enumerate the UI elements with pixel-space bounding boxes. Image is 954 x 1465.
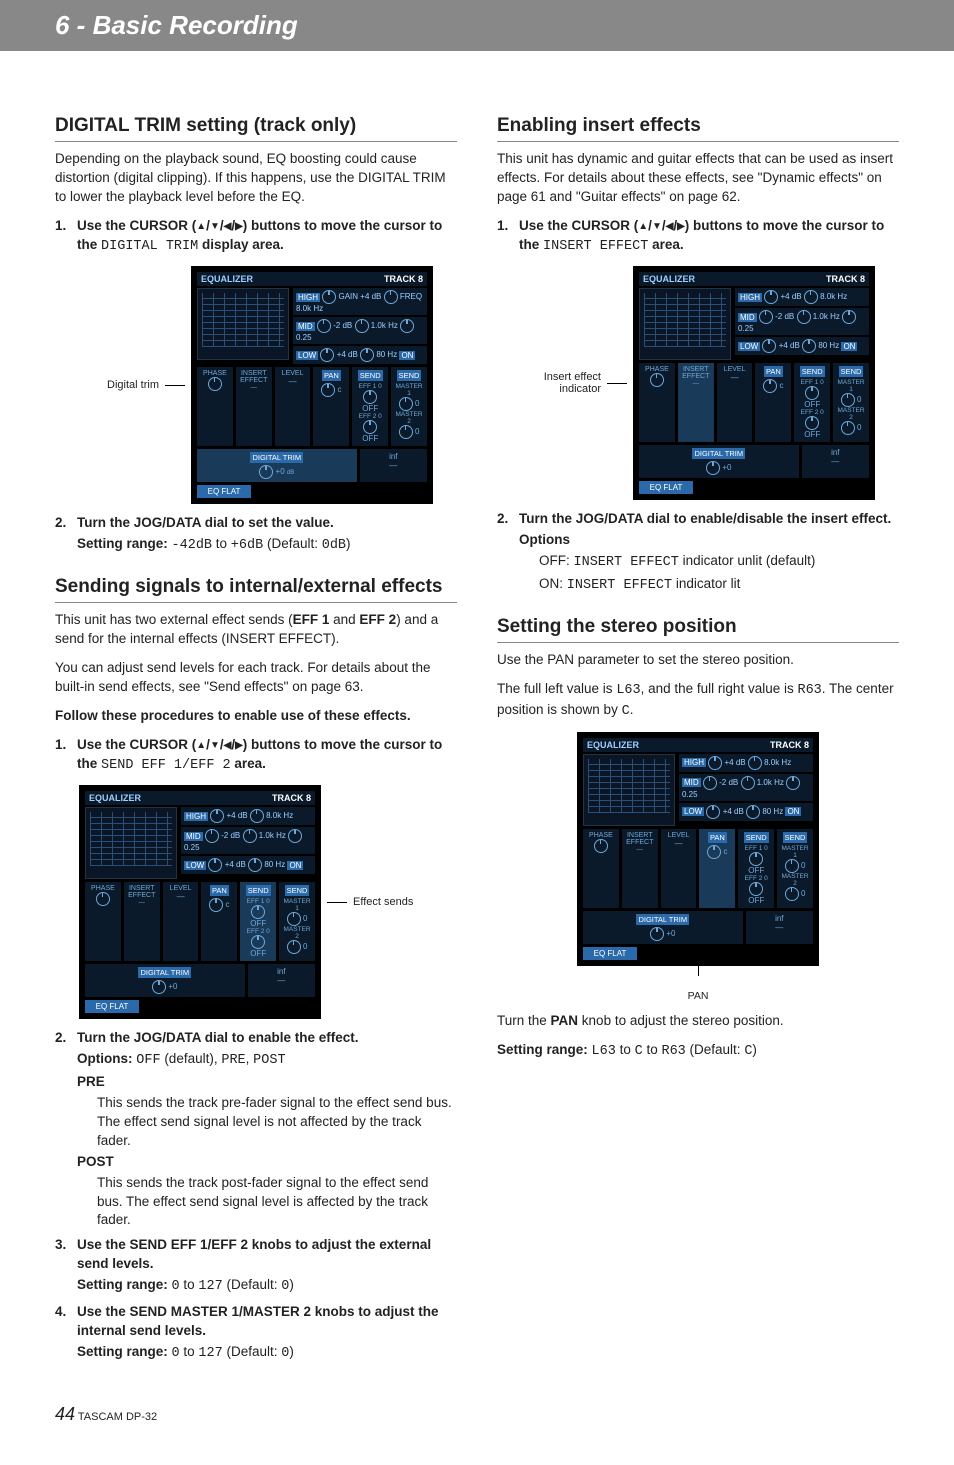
- s2-setting-range-4: Setting range: 0 to 127 (Default: 0): [77, 1343, 457, 1364]
- s2-step4: 4. Use the SEND MASTER 1/MASTER 2 knobs …: [55, 1303, 457, 1341]
- lcd-meters: [197, 288, 289, 360]
- s1-step1: 1. Use the CURSOR (▲/▼/◀/▶) buttons to m…: [55, 217, 457, 257]
- section-digital-trim-body: Depending on the playback sound, EQ boos…: [55, 150, 457, 207]
- s2-p1: This unit has two external effect sends …: [55, 611, 457, 649]
- s2-pre-heading: PRE: [77, 1073, 457, 1092]
- lcd-eq-title: EQUALIZER: [201, 274, 253, 284]
- section-sending-signals-title: Sending signals to internal/external eff…: [55, 576, 457, 603]
- s2-p2: You can adjust send levels for each trac…: [55, 659, 457, 697]
- s3-options-heading: Options: [519, 531, 899, 550]
- chapter-header: 6 - Basic Recording: [0, 0, 954, 51]
- s2-step2: 2. Turn the JOG/DATA dial to enable the …: [55, 1029, 457, 1048]
- s3-step2: 2. Turn the JOG/DATA dial to enable/disa…: [497, 510, 899, 529]
- annot-effect-sends: Effect sends: [353, 896, 433, 908]
- s3-p1: This unit has dynamic and guitar effects…: [497, 150, 899, 207]
- page-number: 44: [55, 1404, 75, 1424]
- lcd-track: TRACK 8: [384, 274, 423, 284]
- s1-step1-d: display area.: [198, 237, 284, 252]
- lcd-screen-4: EQUALIZER TRACK 8 HIGH +4 dB 8.0k Hz MID…: [577, 732, 819, 966]
- s2-options: Options: OFF (default), PRE, POST: [77, 1050, 457, 1071]
- arrow-down-icon: ▼: [210, 220, 220, 234]
- s1-setting-range: Setting range: -42dB to +6dB (Default: 0…: [77, 535, 457, 556]
- figure-digital-trim: Digital trim EQUALIZER TRACK 8 HIGH GAIN…: [55, 266, 457, 504]
- s1-step2: 2. Turn the JOG/DATA dial to set the val…: [55, 514, 457, 533]
- s2-post-text: This sends the track post-fader signal t…: [97, 1174, 457, 1231]
- s1-step1-c: DIGITAL TRIM: [101, 239, 198, 254]
- s2-step1: 1. Use the CURSOR (▲/▼/◀/▶) buttons to m…: [55, 736, 457, 776]
- section-stereo-position-title: Setting the stereo position: [497, 616, 899, 643]
- s4-p3: Turn the PAN knob to adjust the stereo p…: [497, 1012, 899, 1031]
- s2-pre-text: This sends the track pre-fader signal to…: [97, 1094, 457, 1151]
- s3-step1: 1. Use the CURSOR (▲/▼/◀/▶) buttons to m…: [497, 217, 899, 257]
- s2-post-heading: POST: [77, 1153, 457, 1172]
- s4-setting-range: Setting range: L63 to C to R63 (Default:…: [497, 1041, 899, 1062]
- s4-p1: Use the PAN parameter to set the stereo …: [497, 651, 899, 670]
- arrow-left-icon: ◀: [224, 220, 232, 234]
- figure-pan: EQUALIZER TRACK 8 HIGH +4 dB 8.0k Hz MID…: [497, 732, 899, 1002]
- section-enabling-insert-title: Enabling insert effects: [497, 115, 899, 142]
- s2-bold-follow: Follow these procedures to enable use of…: [55, 707, 457, 726]
- arrow-right-icon: ▶: [235, 220, 243, 234]
- page-footer: 44 TASCAM DP-32: [55, 1404, 899, 1425]
- s1-step1-a: Use the CURSOR (: [77, 218, 196, 233]
- pan-caption: PAN: [497, 990, 899, 1002]
- annot-insert-effect: Insert effect indicator: [521, 371, 601, 395]
- product-name: TASCAM DP-32: [75, 1411, 157, 1423]
- s3-on-opt: ON: INSERT EFFECT indicator lit: [539, 575, 899, 596]
- section-digital-trim-title: DIGITAL TRIM setting (track only): [55, 115, 457, 142]
- annot-digital-trim: Digital trim: [79, 379, 159, 391]
- s4-p2: The full left value is L63, and the full…: [497, 680, 899, 722]
- lcd-screen-3: EQUALIZER TRACK 8 HIGH +4 dB 8.0k Hz MID…: [633, 266, 875, 500]
- arrow-up-icon: ▲: [196, 220, 206, 234]
- s2-step3: 3. Use the SEND EFF 1/EFF 2 knobs to adj…: [55, 1236, 457, 1274]
- figure-effect-sends: EQUALIZER TRACK 8 HIGH +4 dB 8.0k Hz MID…: [55, 785, 457, 1019]
- figure-insert-effect: Insert effect indicator EQUALIZER TRACK …: [497, 266, 899, 500]
- lcd-screen-1: EQUALIZER TRACK 8 HIGH GAIN +4 dB FREQ 8…: [191, 266, 433, 504]
- lcd-screen-2: EQUALIZER TRACK 8 HIGH +4 dB 8.0k Hz MID…: [79, 785, 321, 1019]
- s3-off-opt: OFF: INSERT EFFECT indicator unlit (defa…: [539, 552, 899, 573]
- s2-setting-range-3: Setting range: 0 to 127 (Default: 0): [77, 1276, 457, 1297]
